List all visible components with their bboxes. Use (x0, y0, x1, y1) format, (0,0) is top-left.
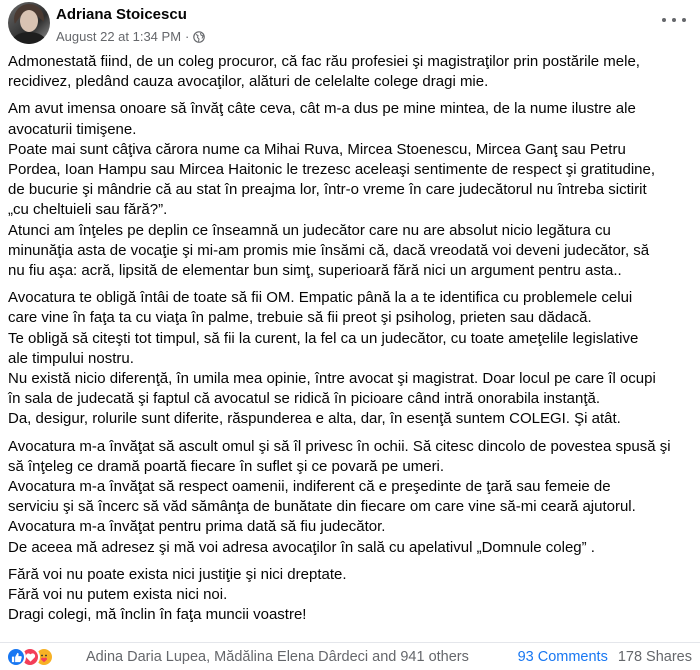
facebook-post: Adriana Stoicescu August 22 at 1:34 PM ·… (0, 0, 700, 670)
post-paragraph: Admonestată fiind, de un coleg procuror,… (8, 52, 694, 92)
post-text-line: Fără voi nu poate exista nici justiţie ş… (8, 565, 347, 583)
post-text-line: în sala de judecată şi faptul că avocatu… (8, 390, 601, 408)
author-name[interactable]: Adriana Stoicescu (56, 6, 187, 23)
post-text-line: serviciu şi să încerc să văd sămânţa de … (8, 498, 636, 516)
post-paragraph: Avocatura te obligă întâi de toate să fi… (8, 288, 694, 429)
post-body: Admonestată fiind, de un coleg procuror,… (8, 52, 694, 632)
comments-count[interactable]: 93 Comments (518, 649, 608, 665)
post-text-line: Avocatura te obligă întâi de toate să fi… (8, 289, 633, 307)
author-avatar[interactable] (8, 2, 50, 44)
post-paragraph: Avocatura m-a învăţat să ascult omul şi … (8, 437, 694, 558)
post-footer: Adina Daria Lupea, Mădălina Elena Dârdec… (0, 642, 700, 670)
post-text-line: minunăţia asta de vocaţie şi mi-am promi… (8, 241, 650, 259)
shares-count[interactable]: 178 Shares (618, 649, 692, 665)
like-icon (6, 647, 26, 667)
post-timestamp[interactable]: August 22 at 1:34 PM (56, 29, 181, 44)
post-text-line: Da, desigur, rolurile sunt diferite, răs… (8, 410, 621, 428)
reaction-icons[interactable] (6, 647, 54, 667)
post-text-line: Nu există nicio diferenţă, în umila mea … (8, 370, 656, 388)
post-header: Adriana Stoicescu August 22 at 1:34 PM · (8, 2, 692, 48)
reactors-summary[interactable]: Adina Daria Lupea, Mădălina Elena Dârdec… (86, 649, 469, 665)
post-text-line: Atunci am înţeles pe deplin ce înseamnă … (8, 221, 611, 239)
post-text-line: avocaturii timişene. (8, 120, 137, 138)
post-text-line: Poate mai sunt câţiva cărora nume ca Mih… (8, 140, 626, 158)
post-text-line: care vine în faţa ta cu viaţa în palme, … (8, 309, 592, 327)
meta-separator: · (185, 29, 190, 44)
globe-icon[interactable] (193, 30, 206, 43)
post-text-line: Avocatura m-a învăţat să respect oamenii… (8, 478, 611, 496)
post-text-line: de bucurie şi mândrie că au stat în prea… (8, 181, 647, 199)
post-text-line: recidivez, pledând cauza avocaţilor, ală… (8, 73, 489, 91)
post-meta: August 22 at 1:34 PM · (56, 29, 206, 44)
post-text-line: nu fiu aşa: acră, lipsită de elementar b… (8, 262, 622, 280)
post-text-line: Pordea, Ioan Hampu sau Mircea Haitonic l… (8, 161, 655, 179)
post-text-line: „cu cheltuieli sau fără?”. (8, 201, 168, 219)
post-text-line: să înţeleg ce dramă poartă fiecare în su… (8, 457, 445, 475)
post-stats: 93 Comments 178 Shares (518, 649, 692, 665)
post-text-line: Avocatura m-a învăţat pentru prima dată … (8, 518, 386, 536)
post-text-line: Dragi colegi, mă înclin în faţa muncii v… (8, 606, 307, 624)
post-paragraph: Am avut imensa onoare să învăţ câte ceva… (8, 99, 694, 281)
post-text-line: ale timpului nostru. (8, 349, 134, 367)
post-text-line: Avocatura m-a învăţat să ascult omul şi … (8, 437, 671, 455)
post-text-line: De aceea mă adresez şi mă voi adresa avo… (8, 538, 595, 556)
post-text-line: Am avut imensa onoare să învăţ câte ceva… (8, 100, 636, 118)
post-paragraph: Fără voi nu poate exista nici justiţie ş… (8, 565, 694, 626)
post-text-line: Admonestată fiind, de un coleg procuror,… (8, 53, 640, 70)
more-options-icon[interactable] (662, 12, 686, 28)
post-text-line: Te obligă să citeşti tot timpul, să fii … (8, 329, 639, 347)
post-text-line: Fără voi nu putem exista nici noi. (8, 586, 228, 604)
